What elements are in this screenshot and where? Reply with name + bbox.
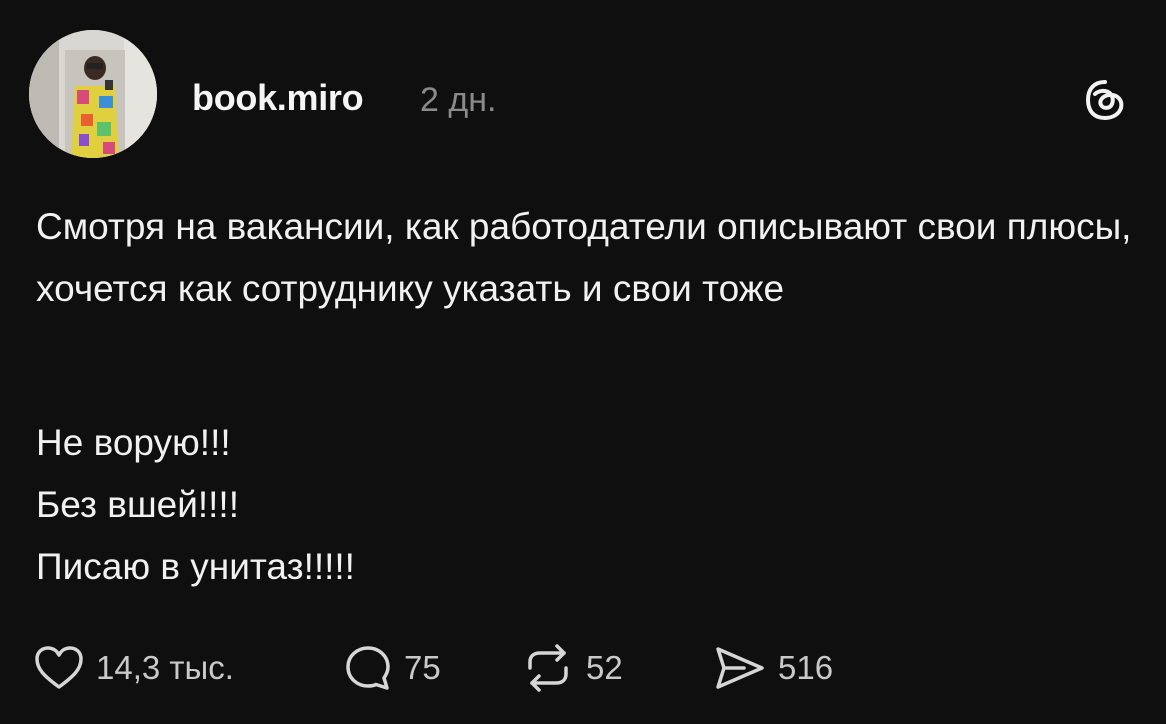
heart-icon [35, 646, 83, 689]
post-line: Не ворую!!! [36, 422, 231, 463]
post-list: Не ворую!!! Без вшей!!!! Писаю в унитаз!… [36, 412, 355, 598]
threads-logo-icon[interactable] [1083, 78, 1127, 122]
username[interactable]: book.miro [192, 76, 364, 120]
like-count: 14,3 тыс. [96, 649, 234, 686]
post-paragraph: Смотря на вакансии, как работодатели опи… [36, 206, 1132, 309]
avatar-photo [29, 30, 157, 158]
reply-button[interactable]: 75 [344, 640, 441, 696]
post-time: 2 дн. [420, 81, 497, 119]
post-line: Без вшей!!!! [36, 484, 239, 525]
repost-count: 52 [586, 649, 623, 686]
repost-button[interactable]: 52 [522, 640, 623, 696]
action-bar: 14,3 тыс. 75 52 516 [34, 640, 1134, 696]
send-icon [716, 647, 764, 689]
avatar[interactable] [29, 30, 157, 158]
post-line: Писаю в унитаз!!!!! [36, 546, 355, 587]
like-button[interactable]: 14,3 тыс. [34, 640, 234, 696]
post-text: Смотря на вакансии, как работодатели опи… [36, 196, 1146, 320]
repost-icon [528, 644, 568, 692]
reply-count: 75 [404, 649, 441, 686]
share-button[interactable]: 516 [714, 640, 833, 696]
comment-icon [346, 646, 390, 690]
threads-post: book.miro 2 дн. Смотря на вакансии, как … [0, 0, 1166, 724]
share-count: 516 [778, 649, 834, 686]
